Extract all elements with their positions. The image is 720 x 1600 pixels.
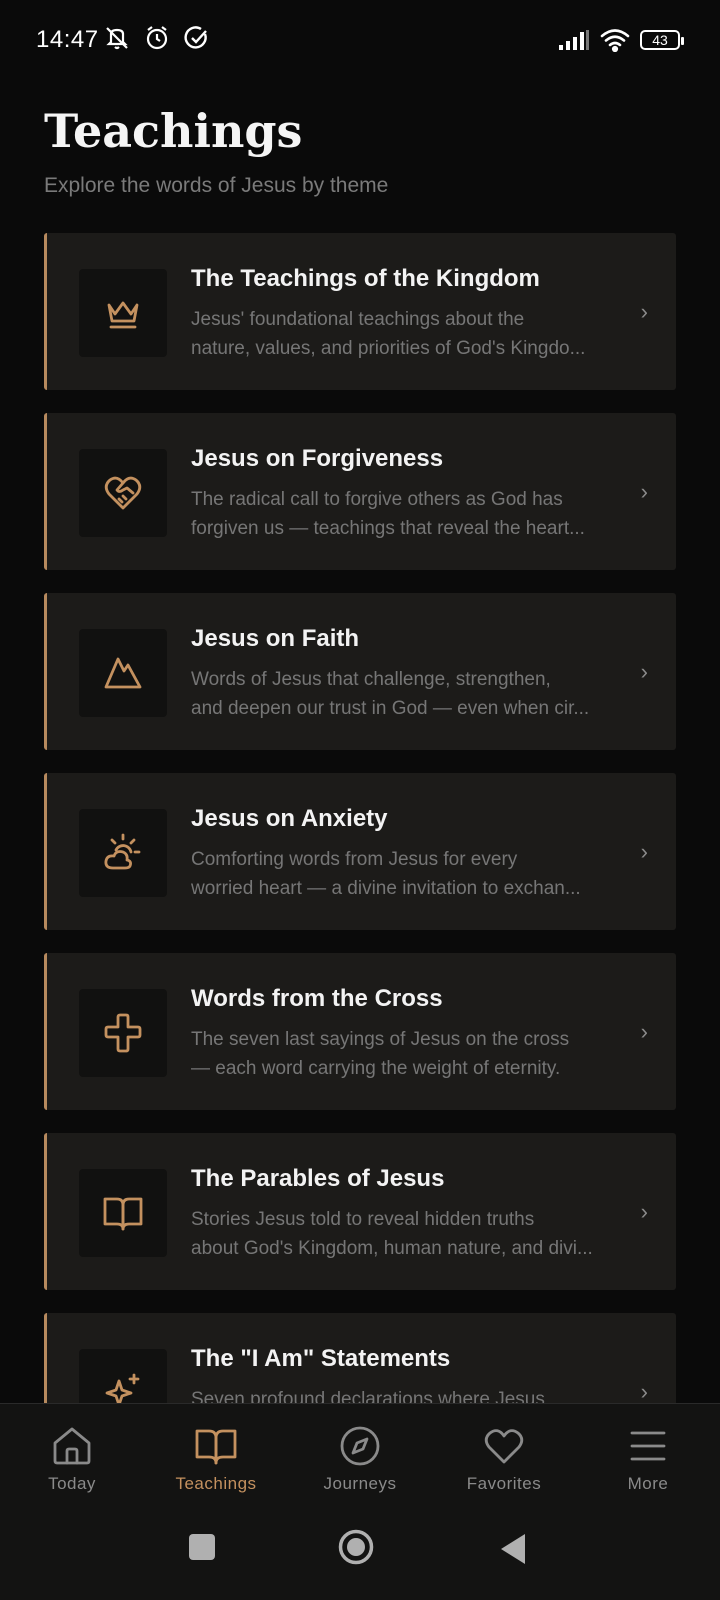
teaching-card-parables[interactable]: The Parables of Jesus Stories Jesus told… xyxy=(44,1133,676,1290)
nav-item-teachings[interactable]: Teachings xyxy=(144,1404,288,1506)
card-icon-box xyxy=(79,629,167,717)
crown-icon xyxy=(107,301,139,329)
chevron-right-icon: › xyxy=(640,1199,648,1224)
open-book-icon xyxy=(195,1429,237,1465)
nav-label-more: More xyxy=(627,1474,669,1493)
home-icon xyxy=(53,1427,91,1465)
nav-label-favorites: Favorites xyxy=(466,1474,542,1493)
teachings-list[interactable]: The Teachings of the Kingdom Jesus' foun… xyxy=(44,233,676,1403)
page-title: Teachings xyxy=(44,104,303,158)
nav-item-today[interactable]: Today xyxy=(0,1404,144,1506)
nav-label-today: Today xyxy=(48,1474,96,1493)
teaching-card-cross[interactable]: Words from the Cross The seven last sayi… xyxy=(44,953,676,1110)
nav-item-favorites[interactable]: Favorites xyxy=(432,1404,576,1506)
bottom-navigation: Today Teachings Journeys Favorites More xyxy=(0,1403,720,1506)
status-bar: 14:47 43 xyxy=(0,0,720,80)
home-button[interactable] xyxy=(338,1529,374,1565)
teaching-card-forgiveness[interactable]: Jesus on Forgiveness The radical call to… xyxy=(44,413,676,570)
menu-icon xyxy=(630,1431,666,1461)
card-title: Jesus on Anxiety xyxy=(191,805,388,832)
card-description: Stories Jesus told to reveal hidden trut… xyxy=(191,1209,593,1259)
sparkle-icon xyxy=(105,1373,140,1403)
chevron-right-icon: › xyxy=(640,1379,648,1403)
nav-item-journeys[interactable]: Journeys xyxy=(288,1404,432,1506)
heart-handshake-icon xyxy=(104,476,142,510)
card-description: The radical call to forgive others as Go… xyxy=(191,489,585,539)
recents-button[interactable] xyxy=(188,1533,216,1561)
alarm-icon xyxy=(146,26,168,50)
heart-icon xyxy=(484,1429,524,1464)
card-title: The "I Am" Statements xyxy=(191,1345,451,1372)
status-time: 14:47 xyxy=(36,26,99,53)
chevron-right-icon: › xyxy=(640,1019,648,1044)
card-icon-box xyxy=(79,809,167,897)
card-description: The seven last sayings of Jesus on the c… xyxy=(191,1029,570,1079)
chevron-right-icon: › xyxy=(640,659,648,684)
card-icon-box xyxy=(79,989,167,1077)
status-system-icons: 43 xyxy=(558,28,684,52)
teaching-card-faith[interactable]: Jesus on Faith Words of Jesus that chall… xyxy=(44,593,676,750)
card-description: Jesus' foundational teachings about the n… xyxy=(191,309,586,359)
vibrate-off-icon xyxy=(106,27,128,50)
chevron-right-icon: › xyxy=(640,299,648,324)
open-book-icon xyxy=(103,1197,143,1231)
page-subtitle: Explore the words of Jesus by theme xyxy=(44,174,389,197)
card-title: Words from the Cross xyxy=(191,985,443,1012)
teaching-card-kingdom[interactable]: The Teachings of the Kingdom Jesus' foun… xyxy=(44,233,676,390)
card-description: Words of Jesus that challenge, strengthe… xyxy=(191,669,590,719)
card-title: The Teachings of the Kingdom xyxy=(191,265,540,292)
nav-label-journeys: Journeys xyxy=(323,1474,397,1493)
signal-icon xyxy=(559,30,589,50)
card-title: The Parables of Jesus xyxy=(191,1165,445,1192)
compass-icon xyxy=(340,1426,380,1466)
mountain-icon xyxy=(104,657,142,689)
back-button[interactable] xyxy=(500,1533,526,1565)
cross-icon xyxy=(104,1013,142,1053)
card-icon-box xyxy=(79,1349,167,1403)
system-navigation-bar xyxy=(0,1505,720,1600)
card-title: Jesus on Faith xyxy=(191,625,360,652)
card-description: Seven profound declarations where Jesus xyxy=(191,1389,545,1403)
status-notification-icons xyxy=(103,24,211,52)
nav-label-teachings: Teachings xyxy=(175,1474,257,1493)
card-title: Jesus on Forgiveness xyxy=(191,445,444,472)
card-icon-box xyxy=(79,1169,167,1257)
card-icon-box xyxy=(79,269,167,357)
card-description: Comforting words from Jesus for every wor… xyxy=(191,849,581,899)
chevron-right-icon: › xyxy=(640,479,648,504)
check-circle-icon xyxy=(184,26,207,49)
wifi-icon xyxy=(600,29,630,52)
card-icon-box xyxy=(79,449,167,537)
chevron-right-icon: › xyxy=(640,839,648,864)
teaching-card-i-am[interactable]: The "I Am" Statements Seven profound dec… xyxy=(44,1313,676,1403)
battery-indicator: 43 xyxy=(640,30,684,50)
sun-cloud-icon xyxy=(104,833,141,870)
nav-item-more[interactable]: More xyxy=(576,1404,720,1506)
teaching-card-anxiety[interactable]: Jesus on Anxiety Comforting words from J… xyxy=(44,773,676,930)
